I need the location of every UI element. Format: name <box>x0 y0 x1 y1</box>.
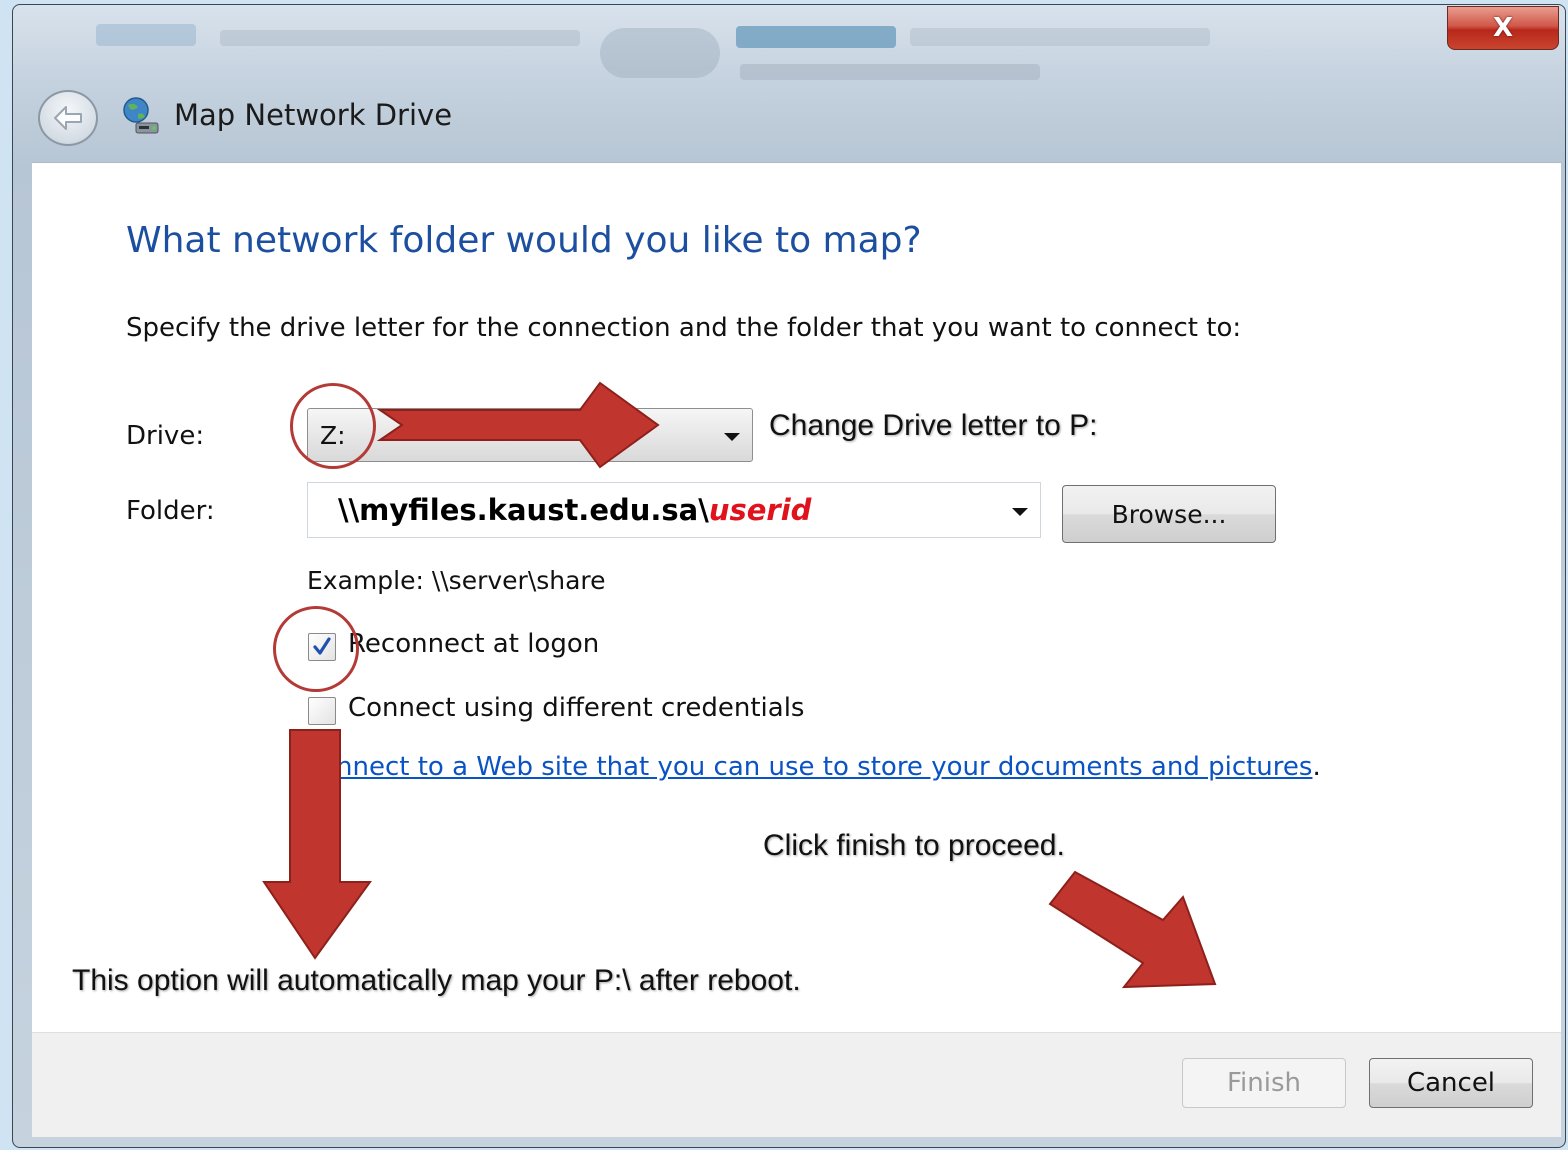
credentials-checkbox[interactable] <box>308 697 336 725</box>
background-window-blur <box>736 26 896 48</box>
web-site-link-row: nnect to a Web site that you can use to … <box>336 752 1321 782</box>
diagonal-arrow-annotation <box>1048 870 1217 989</box>
right-arrow-annotation <box>376 381 660 469</box>
background-window-blur <box>96 24 196 46</box>
folder-value-userid: userid <box>708 493 812 527</box>
drive-highlight-ring <box>290 383 376 469</box>
folder-label: Folder: <box>126 496 215 526</box>
browse-button[interactable]: Browse... <box>1062 485 1276 543</box>
network-drive-icon <box>123 97 159 134</box>
close-icon: X <box>1492 13 1514 43</box>
cancel-button[interactable]: Cancel <box>1369 1058 1533 1108</box>
instruction-text: Specify the drive letter for the connect… <box>126 313 1242 343</box>
reconnect-label[interactable]: Reconnect at logon <box>348 629 599 659</box>
window-title: Map Network Drive <box>174 98 453 132</box>
background-window-blur <box>740 64 1040 80</box>
reconnect-annotation: This option will automatically map your … <box>72 964 801 997</box>
example-text: Example: \\server\share <box>307 566 606 595</box>
chevron-down-icon[interactable] <box>1012 508 1028 516</box>
web-site-link[interactable]: nnect to a Web site that you can use to … <box>336 752 1312 782</box>
background-window-blur <box>910 28 1210 46</box>
folder-value: \\myfiles.kaust.edu.sa\userid <box>338 493 811 527</box>
credentials-label[interactable]: Connect using different credentials <box>348 693 804 723</box>
background-window-blur <box>600 28 720 78</box>
background-window-blur <box>220 30 580 46</box>
close-button[interactable]: X <box>1447 6 1559 50</box>
back-button[interactable] <box>38 90 98 146</box>
drive-label: Drive: <box>126 421 205 451</box>
folder-input[interactable]: \\myfiles.kaust.edu.sa\userid <box>307 482 1041 538</box>
back-arrow-icon <box>54 106 82 130</box>
finish-annotation: Click finish to proceed. <box>763 829 1065 862</box>
folder-value-prefix: \\myfiles.kaust.edu.sa\ <box>338 493 709 527</box>
chevron-down-icon <box>724 433 740 441</box>
finish-button[interactable]: Finish <box>1182 1058 1346 1108</box>
down-arrow-annotation <box>262 729 372 960</box>
link-suffix: . <box>1312 752 1321 782</box>
page-title: What network folder would you like to ma… <box>126 220 922 261</box>
drive-annotation: Change Drive letter to P: <box>769 409 1098 442</box>
reconnect-highlight-ring <box>273 606 359 692</box>
